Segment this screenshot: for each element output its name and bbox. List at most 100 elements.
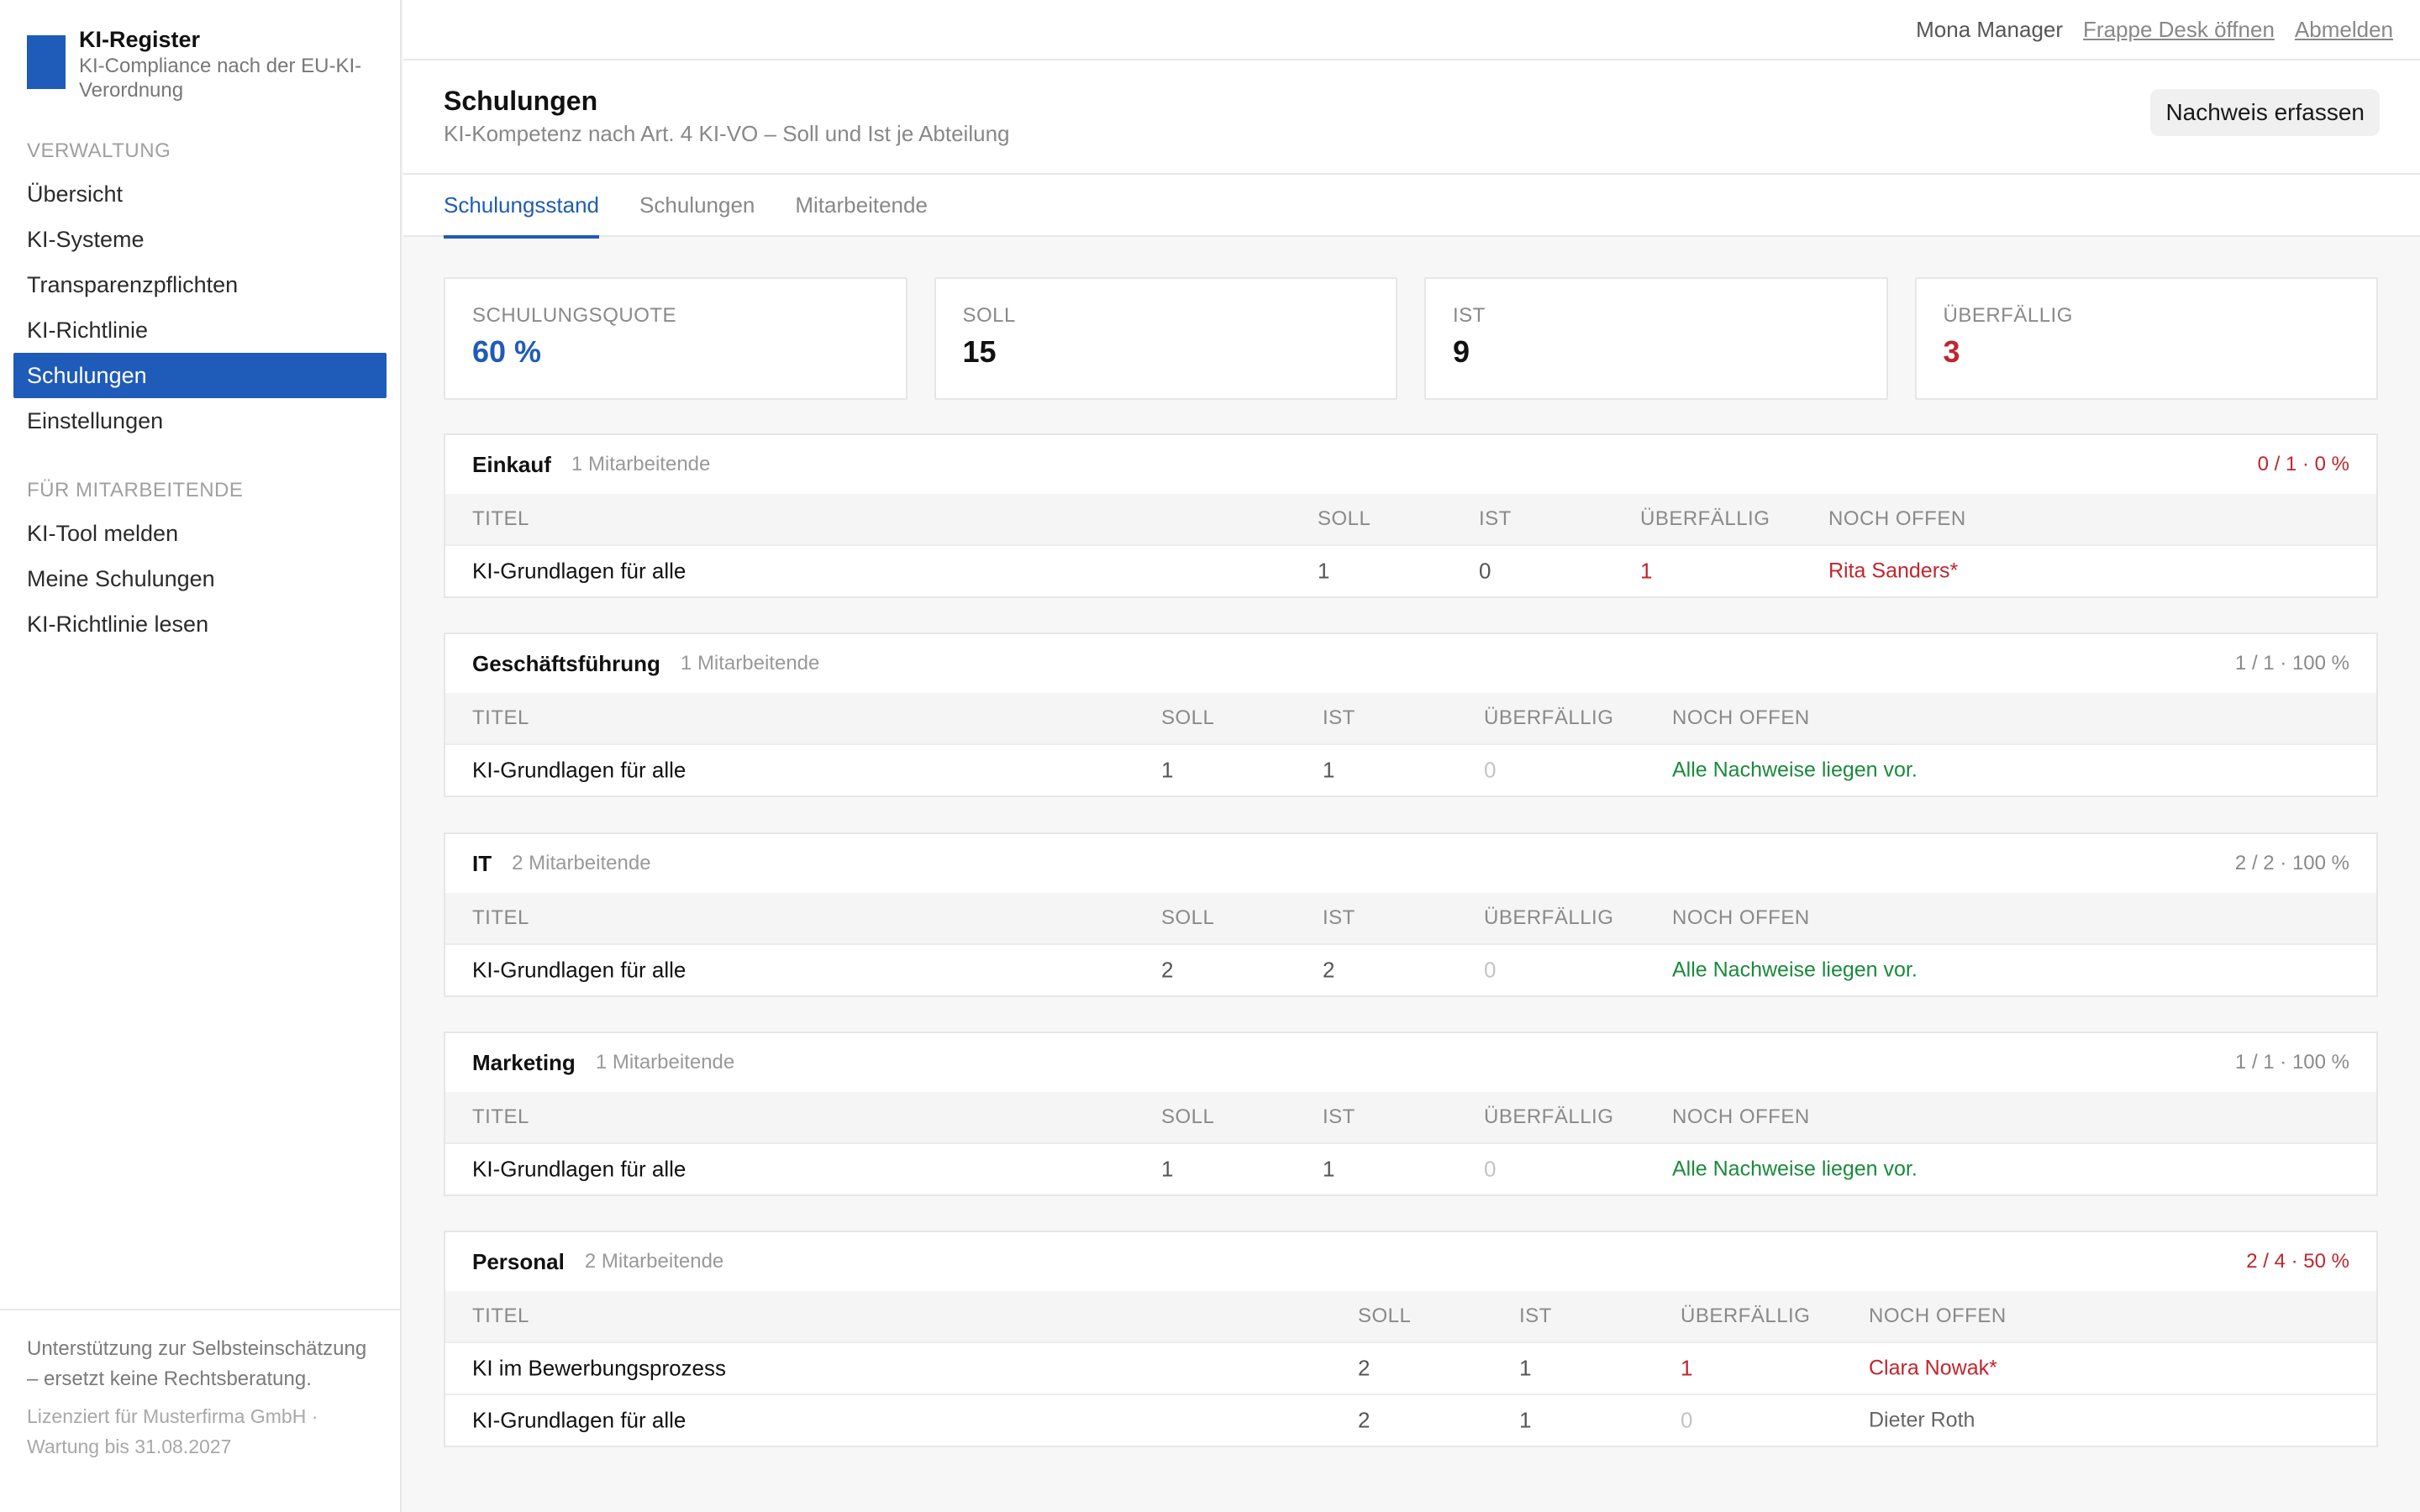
- training-title: KI-Grundlagen für alle: [472, 558, 687, 584]
- department-header: Personal 2 Mitarbeitende 2 / 4 · 50 %: [445, 1232, 2376, 1291]
- soll-value: 2: [1161, 957, 1174, 983]
- department-count: 2 Mitarbeitende: [512, 852, 651, 874]
- overdue-value: 0: [1484, 757, 1497, 783]
- stat-card-soll: SOLL 15: [934, 277, 1397, 400]
- brand-logo: [27, 35, 66, 89]
- column-header-title: TITEL: [472, 1305, 529, 1327]
- column-header-overdue: ÜBERFÄLLIG: [1484, 906, 1614, 929]
- record-evidence-button[interactable]: Nachweis erfassen: [2150, 89, 2380, 136]
- open-employees: Dieter Roth: [1869, 1408, 1975, 1432]
- soll-value: 1: [1318, 558, 1330, 584]
- stat-label: SOLL: [962, 304, 1016, 327]
- table-header: TITEL SOLL IST ÜBERFÄLLIG NOCH OFFEN: [445, 693, 2376, 743]
- stat-value: 15: [962, 334, 997, 369]
- sidebar-item-ki-systeme[interactable]: KI-Systeme: [13, 217, 387, 262]
- stat-value: 3: [1943, 334, 1960, 369]
- column-header-soll: SOLL: [1358, 1305, 1412, 1327]
- license-text: Lizenziert für Musterfirma GmbH · Wartun…: [27, 1405, 318, 1457]
- nav-heading: VERWALTUNG: [27, 139, 171, 162]
- training-title: KI-Grundlagen für alle: [472, 1156, 687, 1182]
- column-header-open: NOCH OFFEN: [1869, 1305, 2007, 1327]
- table-row[interactable]: KI-Grundlagen für alle 2 1 0 Dieter Roth: [445, 1394, 2376, 1446]
- department-count: 2 Mitarbeitende: [584, 1250, 724, 1273]
- department-summary: 0 / 1 · 0 %: [2257, 453, 2349, 475]
- stat-value: 9: [1453, 334, 1470, 369]
- table-row[interactable]: KI-Grundlagen für alle 1 1 0 Alle Nachwe…: [445, 743, 2376, 795]
- sidebar-item-ki-tool-melden[interactable]: KI-Tool melden: [13, 511, 387, 556]
- department-block-einkauf: Einkauf 1 Mitarbeitende 0 / 1 · 0 % TITE…: [444, 433, 2378, 598]
- nav-heading: FÜR MITARBEITENDE: [27, 479, 244, 501]
- department-header: Geschäftsführung 1 Mitarbeitende 1 / 1 ·…: [445, 634, 2376, 693]
- column-header-open: NOCH OFFEN: [1828, 507, 1966, 530]
- overdue-value: 0: [1681, 1407, 1693, 1433]
- logout-link[interactable]: Abmelden: [2295, 17, 2393, 43]
- training-title: KI-Grundlagen für alle: [472, 957, 687, 983]
- column-header-title: TITEL: [472, 906, 529, 929]
- ist-value: 1: [1519, 1355, 1532, 1381]
- sidebar-item-einstellungen[interactable]: Einstellungen: [13, 398, 387, 444]
- column-header-ist: IST: [1479, 507, 1512, 530]
- column-header-overdue: ÜBERFÄLLIG: [1484, 706, 1614, 729]
- brand-name: KI-Register: [79, 27, 201, 52]
- department-count: 1 Mitarbeitende: [571, 453, 711, 475]
- column-header-ist: IST: [1323, 1105, 1355, 1128]
- brand-subtitle: KI-Compliance nach der EU-KI-Verordnung: [79, 55, 362, 102]
- tab-schulungsstand[interactable]: Schulungsstand: [444, 175, 600, 239]
- open-desk-link[interactable]: Frappe Desk öffnen: [2083, 17, 2275, 43]
- ist-value: 1: [1519, 1407, 1532, 1433]
- ist-value: 0: [1479, 558, 1491, 584]
- department-block-it: IT 2 Mitarbeitende 2 / 2 · 100 % TITEL S…: [444, 832, 2378, 997]
- stat-card-quote: SCHULUNGSQUOTE 60 %: [444, 277, 908, 400]
- sidebar: KI-Register KI-Compliance nach der EU-KI…: [0, 0, 402, 1512]
- stat-card-ist: IST 9: [1424, 277, 1888, 400]
- department-header: Einkauf 1 Mitarbeitende 0 / 1 · 0 %: [445, 435, 2376, 494]
- training-title: KI-Grundlagen für alle: [472, 757, 687, 783]
- open-employees: Alle Nachweise liegen vor.: [1672, 1157, 1918, 1181]
- sidebar-item-ki-richtlinie[interactable]: KI-Richtlinie: [13, 307, 387, 353]
- sidebar-item-transparenzpflichten[interactable]: Transparenzpflichten: [13, 262, 387, 307]
- training-title: KI im Bewerbungsprozess: [472, 1355, 727, 1381]
- sidebar-item-ki-richtlinie-lesen[interactable]: KI-Richtlinie lesen: [13, 601, 387, 647]
- open-employees: Alle Nachweise liegen vor.: [1672, 758, 1918, 782]
- department-summary: 1 / 1 · 100 %: [2234, 652, 2349, 675]
- soll-value: 1: [1161, 1156, 1174, 1182]
- table-row[interactable]: KI-Grundlagen für alle 2 2 0 Alle Nachwe…: [445, 943, 2376, 995]
- topbar: Mona Manager Frappe Desk öffnen Abmelden: [403, 0, 2420, 60]
- table-row[interactable]: KI-Grundlagen für alle 1 1 0 Alle Nachwe…: [445, 1142, 2376, 1194]
- table-header: TITEL SOLL IST ÜBERFÄLLIG NOCH OFFEN: [445, 1291, 2376, 1341]
- sidebar-item-uebersicht[interactable]: Übersicht: [13, 171, 387, 217]
- soll-value: 2: [1358, 1355, 1370, 1381]
- column-header-title: TITEL: [472, 507, 529, 530]
- nav-section-mitarbeitende: FÜR MITARBEITENDE KI-Tool melden Meine S…: [13, 477, 387, 647]
- soll-value: 1: [1161, 757, 1174, 783]
- current-user: Mona Manager: [1916, 16, 2064, 42]
- overdue-value: 0: [1484, 957, 1497, 983]
- sidebar-item-schulungen[interactable]: Schulungen: [13, 353, 387, 398]
- tab-mitarbeitende[interactable]: Mitarbeitende: [795, 175, 928, 237]
- soll-value: 2: [1358, 1407, 1370, 1433]
- column-header-open: NOCH OFFEN: [1672, 906, 1810, 929]
- department-summary: 2 / 2 · 100 %: [2234, 852, 2349, 874]
- table-header: TITEL SOLL IST ÜBERFÄLLIG NOCH OFFEN: [445, 1092, 2376, 1142]
- table-row[interactable]: KI im Bewerbungsprozess 2 1 1 Clara Nowa…: [445, 1341, 2376, 1394]
- disclaimer-text: Unterstützung zur Selbsteinschätzung – e…: [27, 1337, 367, 1390]
- department-block-marketing: Marketing 1 Mitarbeitende 1 / 1 · 100 % …: [444, 1032, 2378, 1196]
- table-header: TITEL SOLL IST ÜBERFÄLLIG NOCH OFFEN: [445, 494, 2376, 544]
- department-header: IT 2 Mitarbeitende 2 / 2 · 100 %: [445, 834, 2376, 893]
- open-employees: Alle Nachweise liegen vor.: [1672, 958, 1918, 982]
- brand: KI-Register KI-Compliance nach der EU-KI…: [27, 25, 381, 102]
- department-name: Marketing: [472, 1049, 576, 1075]
- column-header-ist: IST: [1519, 1305, 1552, 1327]
- stat-card-overdue: ÜBERFÄLLIG 3: [1914, 277, 2378, 400]
- sidebar-footer: Unterstützung zur Selbsteinschätzung – e…: [0, 1309, 400, 1462]
- overdue-value: 1: [1640, 558, 1653, 584]
- overdue-value: 0: [1484, 1156, 1497, 1182]
- sidebar-item-meine-schulungen[interactable]: Meine Schulungen: [13, 556, 387, 601]
- table-row[interactable]: KI-Grundlagen für alle 1 0 1 Rita Sander…: [445, 544, 2376, 596]
- ist-value: 1: [1323, 1156, 1335, 1182]
- column-header-soll: SOLL: [1161, 906, 1215, 929]
- tab-schulungen[interactable]: Schulungen: [639, 175, 755, 237]
- column-header-overdue: ÜBERFÄLLIG: [1681, 1305, 1811, 1327]
- department-summary: 2 / 4 · 50 %: [2246, 1250, 2349, 1273]
- ist-value: 1: [1323, 757, 1335, 783]
